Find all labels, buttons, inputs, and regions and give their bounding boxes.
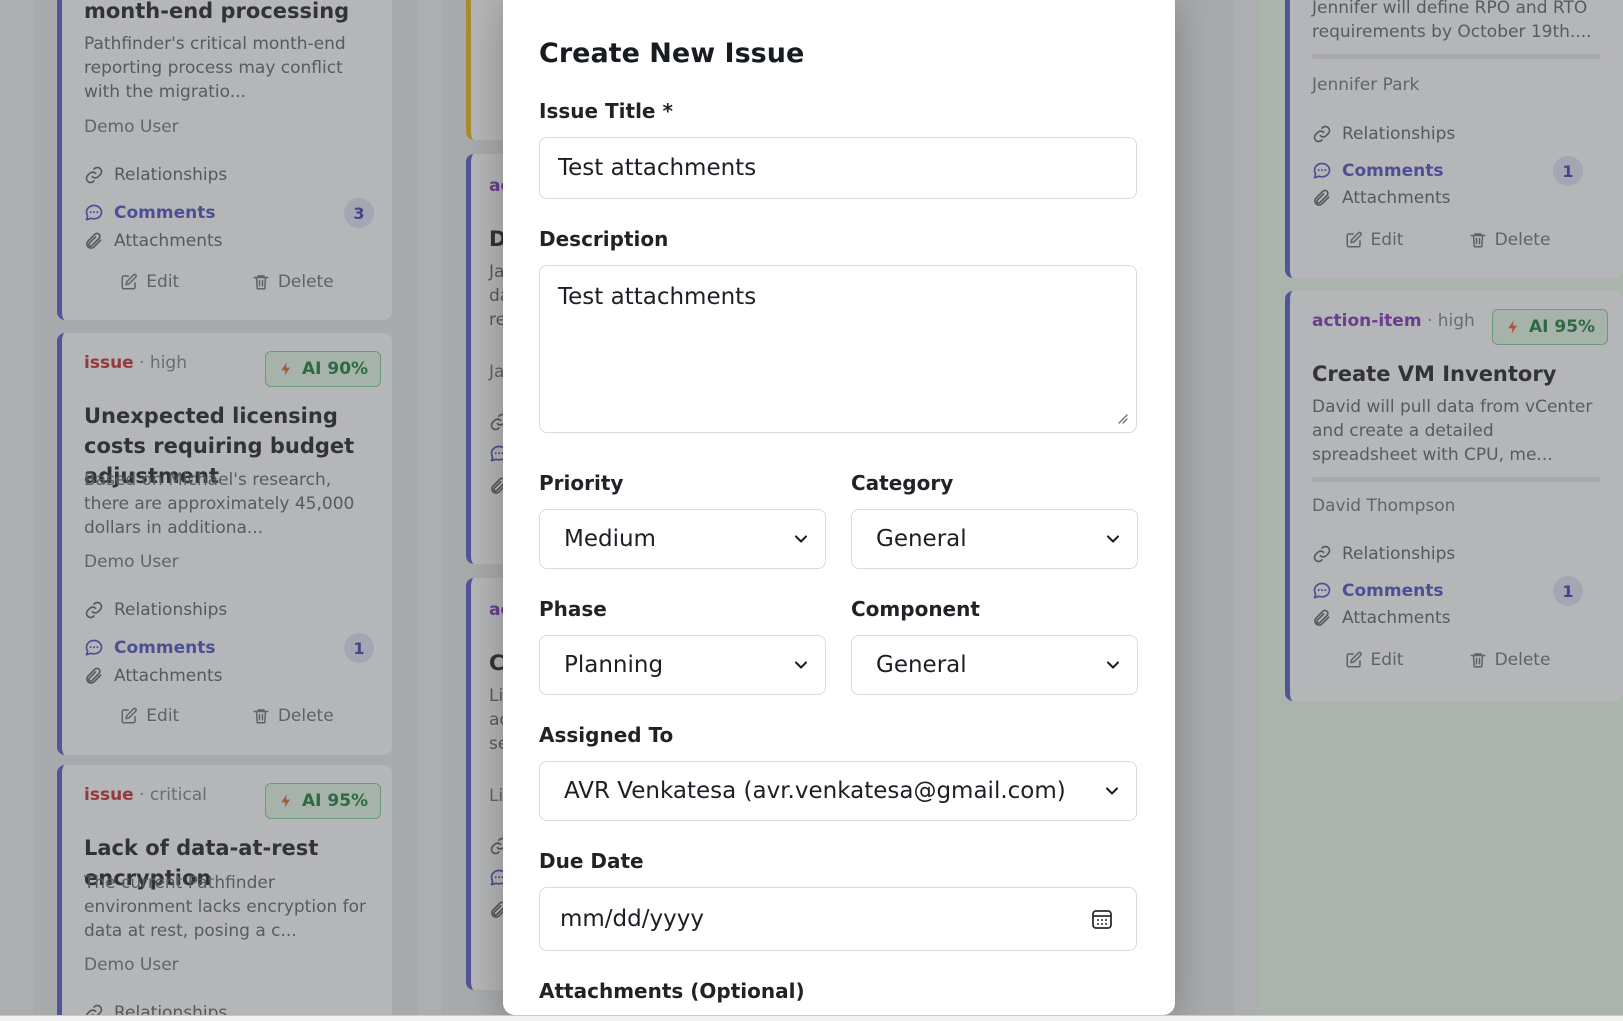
assigned-to-select[interactable]: AVR Venkatesa (avr.venkatesa@gmail.com)	[539, 761, 1137, 821]
attachments-label: Attachments (Optional)	[539, 979, 805, 1003]
create-issue-modal: Create New Issue Issue Title * Test atta…	[503, 0, 1175, 1015]
modal-title: Create New Issue	[539, 38, 805, 69]
due-date-label: Due Date	[539, 849, 644, 873]
component-label: Component	[851, 597, 980, 621]
priority-label: Priority	[539, 471, 624, 495]
chevron-down-icon	[1102, 781, 1122, 801]
phase-label: Phase	[539, 597, 607, 621]
category-label: Category	[851, 471, 954, 495]
issue-title-label: Issue Title *	[539, 99, 673, 123]
component-select[interactable]: General	[851, 635, 1138, 695]
priority-select[interactable]: Medium	[539, 509, 826, 569]
phase-select[interactable]: Planning	[539, 635, 826, 695]
issue-title-input[interactable]: Test attachments	[539, 137, 1137, 199]
chevron-down-icon	[1103, 655, 1123, 675]
description-textarea[interactable]: Test attachments	[539, 265, 1137, 433]
assigned-to-label: Assigned To	[539, 723, 674, 747]
window-bottom-edge	[0, 1015, 1623, 1021]
due-date-input[interactable]: mm/dd/yyyy	[539, 887, 1137, 951]
chevron-down-icon	[791, 655, 811, 675]
description-label: Description	[539, 227, 669, 251]
chevron-down-icon	[1103, 529, 1123, 549]
calendar-icon[interactable]	[1090, 907, 1114, 931]
chevron-down-icon	[791, 529, 811, 549]
category-select[interactable]: General	[851, 509, 1138, 569]
resize-handle-icon[interactable]	[1116, 412, 1128, 424]
